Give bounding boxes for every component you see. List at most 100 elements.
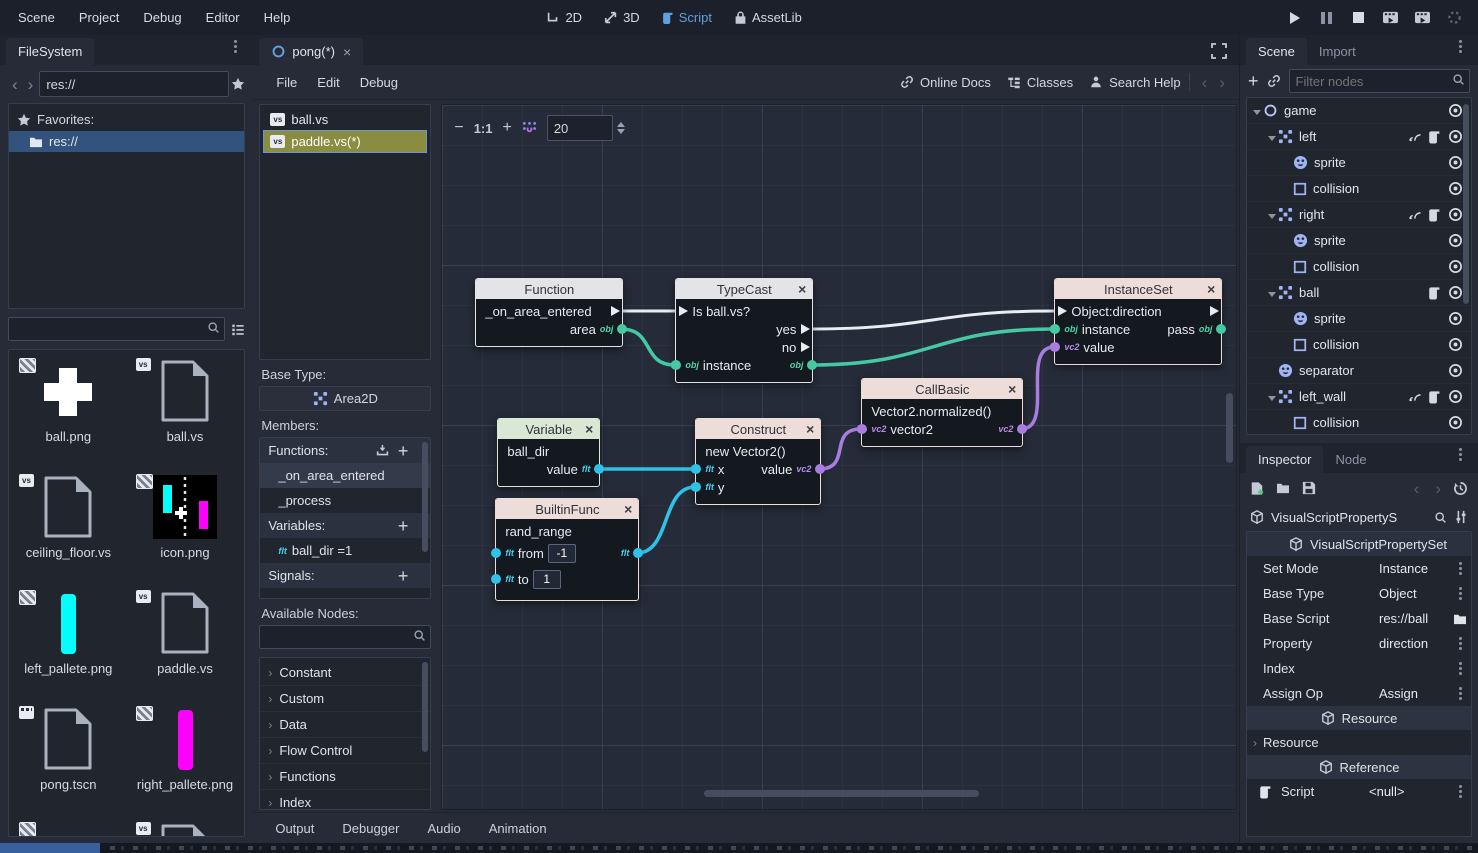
visual-script-canvas[interactable]: − 1:1 + Function_on_area_enteredareaobjT…: [441, 104, 1237, 810]
dock-menu-icon[interactable]: [1459, 453, 1462, 456]
scene-node-collision[interactable]: collision: [1247, 410, 1471, 435]
instance-scene-icon[interactable]: [1267, 74, 1281, 88]
script-menu-debug[interactable]: Debug: [351, 71, 407, 94]
scene-node-sprite[interactable]: sprite: [1247, 150, 1471, 176]
member-ball_dir[interactable]: fltball_dir =1: [260, 538, 430, 563]
scene-node-game[interactable]: game: [1247, 98, 1471, 124]
node-close-icon[interactable]: ×: [1207, 279, 1215, 299]
search-icon[interactable]: [1434, 511, 1447, 524]
play-scene-button[interactable]: [1382, 9, 1400, 27]
property-menu-icon[interactable]: [1449, 790, 1471, 793]
node-close-icon[interactable]: ×: [585, 419, 593, 439]
menu-debug[interactable]: Debug: [133, 6, 191, 29]
snap-step-input[interactable]: [547, 115, 613, 141]
scene-node-collision[interactable]: collision: [1247, 332, 1471, 358]
property-menu-icon[interactable]: [1449, 642, 1471, 645]
flt-in-port[interactable]: [491, 548, 501, 558]
scene-node-sprite[interactable]: sprite: [1247, 306, 1471, 332]
tab-close-icon[interactable]: ×: [343, 44, 351, 60]
bottom-tab-animation[interactable]: Animation: [477, 817, 559, 840]
display-mode-icon[interactable]: [231, 323, 245, 336]
tab-scene[interactable]: Scene: [1246, 38, 1307, 65]
node-close-icon[interactable]: ×: [624, 499, 632, 519]
inspector-section-reference[interactable]: Reference: [1247, 755, 1471, 779]
file-item-ball.vs[interactable]: ball.vs: [128, 356, 243, 472]
new-resource-icon[interactable]: [1250, 481, 1264, 496]
node-close-icon[interactable]: ×: [798, 279, 806, 299]
file-item[interactable]: [128, 820, 243, 837]
flt-in-port[interactable]: [691, 464, 701, 474]
collapse-arrow-icon[interactable]: [1253, 103, 1263, 118]
seq-in-port[interactable]: [1058, 306, 1067, 316]
workspace-3d[interactable]: 3D: [596, 7, 648, 28]
node-close-icon[interactable]: ×: [1008, 379, 1016, 399]
flt-in-port[interactable]: [691, 482, 701, 492]
seq-out-port[interactable]: [801, 342, 810, 352]
graph-node-function[interactable]: Function_on_area_enteredareaobj: [475, 278, 623, 347]
property-value[interactable]: direction: [1379, 636, 1449, 651]
history-back-button[interactable]: ‹: [8, 76, 22, 93]
scene-node-collision[interactable]: collision: [1247, 254, 1471, 280]
member-_process[interactable]: _process: [260, 488, 430, 513]
workspace-script[interactable]: Script: [654, 7, 720, 28]
add-member-button[interactable]: +: [398, 442, 409, 460]
categories-scrollbar[interactable]: [422, 662, 428, 752]
property-value[interactable]: Instance: [1379, 561, 1449, 576]
filesystem-search-input[interactable]: [8, 317, 225, 341]
eye-icon[interactable]: [1448, 207, 1463, 222]
favorite-res-root[interactable]: res://: [9, 131, 244, 152]
eye-icon[interactable]: [1448, 389, 1463, 404]
graph-node-instanceset[interactable]: InstanceSet×Object:directionobjinstancep…: [1054, 278, 1222, 365]
obj-in-port[interactable]: [671, 360, 681, 370]
vc2-in-port[interactable]: [1050, 342, 1060, 352]
eye-icon[interactable]: [1448, 285, 1463, 300]
script-icon[interactable]: [1428, 390, 1441, 404]
menu-project[interactable]: Project: [69, 6, 129, 29]
property-menu-icon[interactable]: [1449, 667, 1471, 670]
scene-node-collision[interactable]: collision: [1247, 176, 1471, 202]
distraction-free-icon[interactable]: [1211, 43, 1227, 59]
file-item[interactable]: [11, 820, 126, 837]
graph-node-callbasic[interactable]: CallBasic×Vector2.normalized()vc2vector2…: [861, 378, 1023, 447]
tray-icon[interactable]: [375, 444, 390, 457]
load-resource-icon[interactable]: [1276, 482, 1290, 494]
filter-nodes-input[interactable]: [1289, 69, 1470, 93]
file-item-ceiling_floor.vs[interactable]: ceiling_floor.vs: [11, 472, 126, 588]
category-flow-control[interactable]: ›Flow Control: [260, 738, 430, 764]
workspace-2d[interactable]: 2D: [538, 7, 590, 28]
online-docs-button[interactable]: Online Docs: [900, 75, 991, 90]
play-custom-scene-button[interactable]: [1414, 9, 1432, 27]
eye-icon[interactable]: [1448, 233, 1463, 248]
path-input[interactable]: [39, 71, 229, 97]
obj-in-port[interactable]: [1050, 324, 1060, 334]
value-field[interactable]: -1: [548, 544, 576, 563]
stop-button[interactable]: [1350, 9, 1368, 27]
value-field[interactable]: 1: [533, 570, 561, 589]
seq-out-port[interactable]: [801, 324, 810, 334]
eye-icon[interactable]: [1448, 103, 1463, 118]
scene-node-left[interactable]: left: [1247, 124, 1471, 150]
scene-node-separator[interactable]: separator: [1247, 358, 1471, 384]
add-node-button[interactable]: +: [1248, 72, 1259, 90]
folder-icon[interactable]: [1449, 613, 1471, 625]
property-value[interactable]: Object: [1379, 586, 1449, 601]
favorite-star-icon[interactable]: [231, 77, 245, 91]
property-value[interactable]: <null>: [1369, 784, 1449, 799]
search-help-button[interactable]: Search Help: [1089, 75, 1181, 90]
history-forward-button[interactable]: ›: [24, 76, 38, 93]
save-resource-icon[interactable]: [1302, 481, 1316, 495]
eye-icon[interactable]: [1448, 181, 1463, 196]
collapse-arrow-icon[interactable]: [1268, 285, 1278, 300]
tab-import[interactable]: Import: [1307, 38, 1368, 65]
file-item-pong.tscn[interactable]: pong.tscn: [11, 704, 126, 820]
base-type-button[interactable]: Area2D: [259, 386, 431, 411]
category-functions[interactable]: ›Functions: [260, 764, 430, 790]
member-_on_area_entered[interactable]: _on_area_entered: [260, 463, 430, 488]
bottom-tab-output[interactable]: Output: [263, 817, 326, 840]
inspector-fold-resource[interactable]: ›Resource: [1247, 730, 1471, 755]
script-menu-edit[interactable]: Edit: [308, 71, 348, 94]
graph-node-typecast[interactable]: TypeCast×Is ball.vs?yesnoobjinstanceobj: [675, 278, 813, 383]
collapse-arrow-icon[interactable]: [1268, 207, 1278, 222]
graph-node-construct[interactable]: Construct×new Vector2()fltxvaluevc2flty: [695, 418, 821, 505]
seq-in-port[interactable]: [679, 306, 688, 316]
